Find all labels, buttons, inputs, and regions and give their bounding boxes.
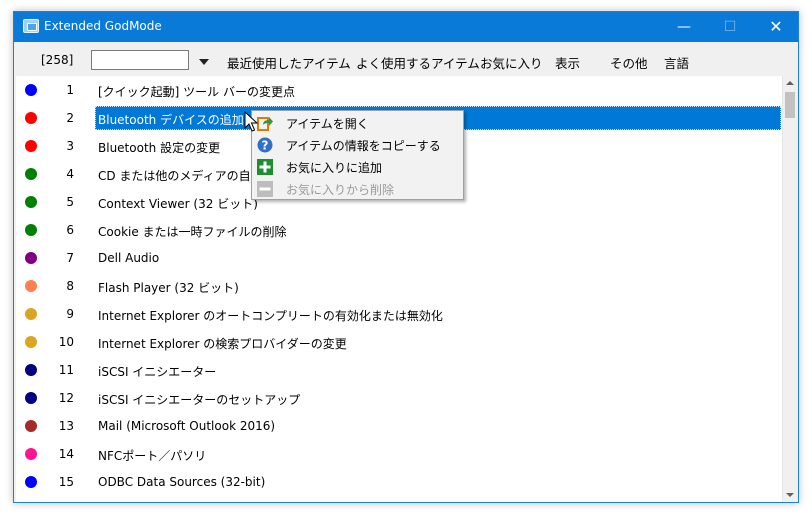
list-item[interactable]: 9 Internet Explorer のオートコンプリートの有効化または無効化 — [16, 300, 781, 328]
list-item[interactable]: 1 [クイック起動] ツール バーの変更点 — [16, 76, 781, 104]
window-title: Extended GodMode — [44, 19, 162, 33]
remove-icon — [257, 181, 273, 197]
menu-frequent[interactable]: よく使用するアイテム — [356, 53, 480, 72]
menu-view[interactable]: 表示 — [555, 53, 580, 72]
menu-language[interactable]: 言語 — [664, 53, 689, 72]
info-icon: ? — [257, 137, 273, 153]
color-dot — [25, 196, 37, 208]
item-label: Internet Explorer のオートコンプリートの有効化または無効化 — [98, 309, 443, 323]
list-item[interactable]: 15 ODBC Data Sources (32-bit) — [16, 468, 781, 496]
item-number: 5 — [66, 195, 74, 209]
item-label: iSCSI イニシエーター — [98, 365, 217, 379]
item-number: 1 — [66, 83, 74, 97]
context-add-favorite-item[interactable]: お気に入りに追加 — [252, 156, 463, 178]
scroll-up-icon[interactable] — [786, 81, 794, 85]
color-dot — [25, 280, 37, 292]
color-dot — [25, 476, 37, 488]
svg-text:?: ? — [262, 139, 269, 153]
item-label: Dell Audio — [98, 251, 160, 265]
scroll-thumb[interactable] — [785, 92, 795, 118]
color-dot — [25, 252, 37, 264]
item-label: Mail (Microsoft Outlook 2016) — [98, 419, 276, 433]
close-button[interactable]: ✕ — [753, 12, 799, 42]
item-number: 7 — [66, 251, 74, 265]
menu-other[interactable]: その他 — [610, 53, 648, 72]
color-dot — [25, 336, 37, 348]
item-label: Flash Player (32 ビット) — [98, 281, 239, 295]
vertical-scrollbar[interactable] — [782, 76, 797, 502]
context-item-label: アイテムを開く — [286, 117, 369, 131]
color-dot — [25, 448, 37, 460]
item-number: 13 — [58, 419, 74, 433]
context-item-label: アイテムの情報をコピーする — [286, 139, 441, 153]
item-label: Bluetooth デバイスの追加 — [98, 113, 244, 127]
context-item-label: お気に入りから削除 — [286, 183, 395, 197]
item-label: ODBC Data Sources (32-bit) — [98, 475, 266, 489]
color-dot — [25, 168, 37, 180]
search-input[interactable] — [91, 50, 189, 70]
item-number: 10 — [58, 335, 74, 349]
list-item[interactable]: 6 Cookie または一時ファイルの削除 — [16, 216, 781, 244]
item-label: Internet Explorer の検索プロバイダーの変更 — [98, 337, 347, 351]
item-number: 9 — [66, 307, 74, 321]
context-copy-info-item[interactable]: ? アイテムの情報をコピーする — [252, 134, 463, 156]
item-number: 12 — [58, 391, 74, 405]
item-number: 14 — [58, 447, 74, 461]
list-item[interactable]: 11 iSCSI イニシエーター — [16, 356, 781, 384]
item-number: 2 — [66, 111, 74, 125]
item-number: 6 — [66, 223, 74, 237]
item-label: [クイック起動] ツール バーの変更点 — [98, 85, 295, 99]
color-dot — [25, 224, 37, 236]
item-number: 15 — [58, 475, 74, 489]
menu-recent[interactable]: 最近使用したアイテム — [227, 53, 351, 72]
color-dot — [25, 84, 37, 96]
scroll-down-icon[interactable] — [786, 493, 794, 497]
context-open-item[interactable]: アイテムを開く — [252, 112, 463, 134]
context-menu: アイテムを開く ? アイテムの情報をコピーする お気に入りに追加 お気に入りから… — [251, 110, 464, 200]
title-bar[interactable]: Extended GodMode — ☐ ✕ — [14, 12, 798, 42]
app-icon — [23, 19, 39, 33]
add-icon — [257, 159, 273, 175]
color-dot — [25, 364, 37, 376]
color-dot — [25, 420, 37, 432]
item-number: 3 — [66, 139, 74, 153]
list-item[interactable]: 14 NFCポート／パソリ — [16, 440, 781, 468]
color-dot — [25, 140, 37, 152]
color-dot — [25, 112, 37, 124]
item-count: [258] — [41, 53, 74, 67]
item-number: 8 — [66, 279, 74, 293]
list-item[interactable]: 7 Dell Audio — [16, 244, 781, 272]
item-label: CD または他のメディアの自動再 — [98, 169, 275, 183]
list-item[interactable]: 12 iSCSI イニシエーターのセットアップ — [16, 384, 781, 412]
app-window: Extended GodMode — ☐ ✕ [258] 最近使用したアイテム … — [13, 11, 799, 503]
list-item[interactable]: 8 Flash Player (32 ビット) — [16, 272, 781, 300]
item-label: Bluetooth 設定の変更 — [98, 141, 221, 155]
list-item[interactable]: 10 Internet Explorer の検索プロバイダーの変更 — [16, 328, 781, 356]
item-number: 4 — [66, 167, 74, 181]
context-item-label: お気に入りに追加 — [286, 161, 383, 175]
item-number: 11 — [58, 363, 74, 377]
dropdown-arrow-icon[interactable] — [199, 59, 209, 65]
list-item[interactable]: 13 Mail (Microsoft Outlook 2016) — [16, 412, 781, 440]
color-dot — [25, 308, 37, 320]
context-remove-favorite-item: お気に入りから削除 — [252, 178, 463, 200]
menu-favorites[interactable]: お気に入り — [480, 53, 543, 72]
mouse-cursor-icon — [244, 111, 259, 132]
minimize-button[interactable]: — — [661, 12, 707, 42]
item-label: iSCSI イニシエーターのセットアップ — [98, 393, 301, 407]
maximize-button[interactable]: ☐ — [707, 12, 753, 42]
toolbar: [258] 最近使用したアイテム よく使用するアイテム お気に入り 表示 その他… — [14, 42, 798, 76]
item-label: Cookie または一時ファイルの削除 — [98, 225, 287, 239]
item-label: NFCポート／パソリ — [98, 449, 207, 463]
color-dot — [25, 392, 37, 404]
item-label: Context Viewer (32 ビット) — [98, 197, 258, 211]
